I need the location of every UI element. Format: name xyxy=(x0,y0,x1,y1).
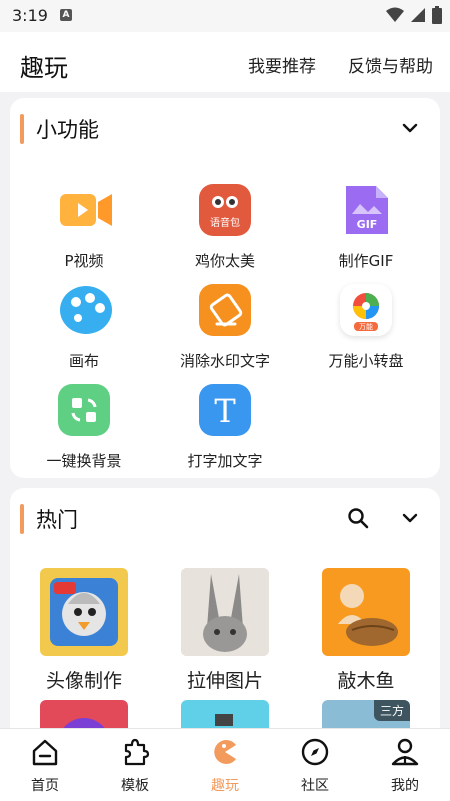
hot-item-label: 敲木鱼 xyxy=(337,670,395,692)
hot-item-label: 拉伸图片 xyxy=(186,670,263,692)
stretch-image-icon xyxy=(181,568,269,656)
avatar-maker-icon xyxy=(40,568,128,656)
voice-pack-icon: 语音包 xyxy=(199,184,251,236)
home-icon xyxy=(32,739,58,766)
swap-background-icon xyxy=(58,384,110,436)
feature-canvas[interactable]: 画布 xyxy=(14,284,154,371)
hot-item-wooden-fish[interactable]: 敲木鱼 xyxy=(296,568,436,693)
text-t-icon: T xyxy=(199,384,251,436)
app-bar: 趣玩 我要推荐 反馈与帮助 xyxy=(0,32,450,92)
compass-icon xyxy=(301,738,329,766)
spin-wheel-icon: 万能 xyxy=(340,284,392,336)
tab-community[interactable]: 社区 xyxy=(270,737,360,795)
feature-label: 一键换背景 xyxy=(46,452,122,470)
feature-remove-watermark[interactable]: 消除水印文字 xyxy=(155,284,295,371)
palette-icon xyxy=(58,284,112,336)
profile-icon xyxy=(391,738,419,766)
voice-pack-badge: 语音包 xyxy=(210,216,240,229)
feature-label: 鸡你太美 xyxy=(194,252,255,270)
hot-title: 热门 xyxy=(36,508,78,532)
third-party-badge: 三方 xyxy=(373,700,410,721)
tab-mine[interactable]: 我的 xyxy=(360,737,450,795)
wifi-icon xyxy=(386,7,404,22)
feature-spin-wheel[interactable]: 万能 万能小转盘 xyxy=(296,284,436,371)
eraser-icon xyxy=(199,284,251,336)
signal-icon xyxy=(411,8,425,22)
puzzle-icon xyxy=(124,738,150,766)
status-time: 3:19 xyxy=(12,6,48,25)
video-camera-icon xyxy=(58,184,112,236)
tab-fun[interactable]: 趣玩 xyxy=(180,737,270,795)
hot-item-label: 头像制作 xyxy=(45,670,122,692)
gif-file-icon: GIF xyxy=(340,184,392,236)
feature-label: 画布 xyxy=(68,352,99,370)
tab-templates[interactable]: 模板 xyxy=(90,737,180,795)
tab-label: 模板 xyxy=(121,778,149,794)
tab-label: 我的 xyxy=(391,778,419,794)
feature-label: 万能小转盘 xyxy=(328,352,404,370)
text-t-glyph: T xyxy=(214,392,236,430)
wheel-badge: 万能 xyxy=(359,322,373,331)
pacman-icon xyxy=(214,740,236,764)
recommend-link[interactable]: 我要推荐 xyxy=(248,52,316,77)
hot-item-stretch-image[interactable]: 拉伸图片 xyxy=(155,568,295,693)
feature-change-background[interactable]: 一键换背景 xyxy=(14,384,154,471)
wooden-fish-icon xyxy=(322,568,410,656)
features-card: 小功能 P视频 语音包 鸡你太美 GIF 制作GIF 画布 消除水印文字 万能 … xyxy=(10,98,440,478)
tab-home[interactable]: 首页 xyxy=(0,737,90,795)
chevron-down-icon[interactable] xyxy=(398,116,422,140)
notification-icon: A xyxy=(60,9,72,21)
feature-label: P视频 xyxy=(64,252,104,270)
status-bar: 3:19 A xyxy=(0,0,450,32)
feature-chicken-voice[interactable]: 语音包 鸡你太美 xyxy=(155,184,295,271)
section-accent-bar xyxy=(20,114,24,144)
feature-p-video[interactable]: P视频 xyxy=(14,184,154,271)
battery-icon xyxy=(432,6,442,24)
features-title: 小功能 xyxy=(36,118,99,142)
feature-label: 打字加文字 xyxy=(187,452,263,470)
tab-label: 社区 xyxy=(301,778,329,794)
hot-item-avatar-maker[interactable]: 头像制作 xyxy=(14,568,154,693)
chevron-down-icon[interactable] xyxy=(398,506,422,530)
tab-label: 趣玩 xyxy=(211,778,239,794)
page-title: 趣玩 xyxy=(20,54,68,82)
bottom-tab-bar: 首页 模板 趣玩 社区 我的 xyxy=(0,728,450,801)
feature-add-text[interactable]: T 打字加文字 xyxy=(155,384,295,471)
gif-badge: GIF xyxy=(357,218,378,231)
section-accent-bar xyxy=(20,504,24,534)
hot-card: 热门 头像制作 拉伸图片 敲木鱼 三方 xyxy=(10,488,440,748)
search-icon[interactable] xyxy=(346,506,370,530)
feature-label: 制作GIF xyxy=(338,252,394,270)
tab-label: 首页 xyxy=(31,778,59,794)
feature-make-gif[interactable]: GIF 制作GIF xyxy=(296,184,436,271)
system-icons xyxy=(386,6,442,24)
feedback-help-link[interactable]: 反馈与帮助 xyxy=(348,52,433,77)
feature-label: 消除水印文字 xyxy=(179,352,270,370)
